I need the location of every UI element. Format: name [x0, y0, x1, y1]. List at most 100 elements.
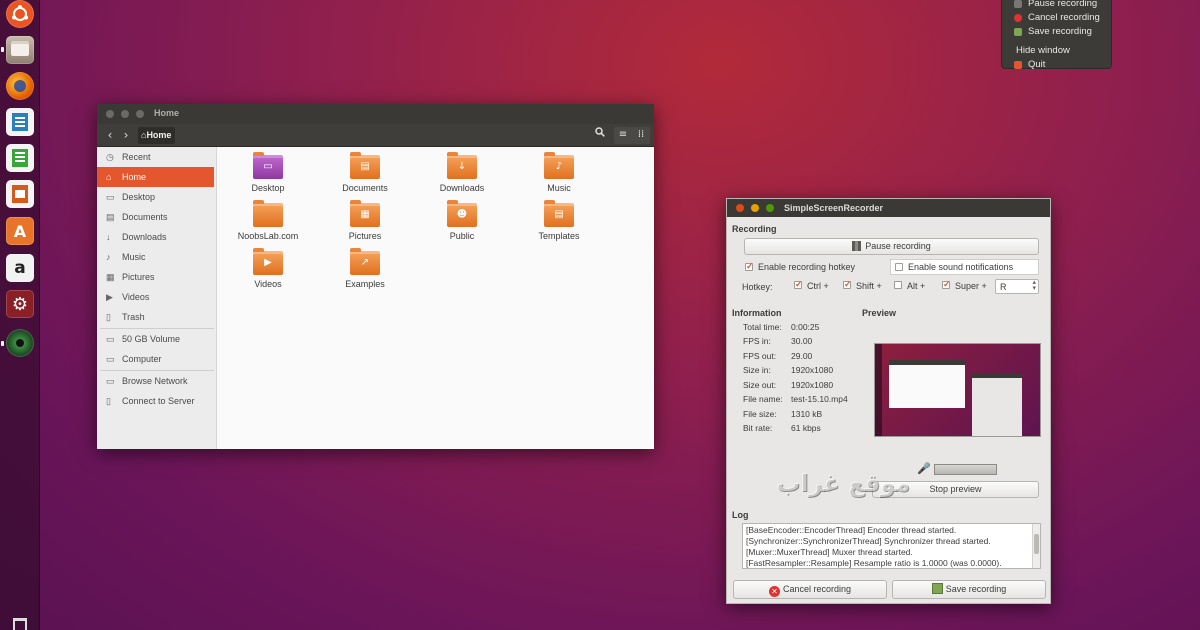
folder-documents[interactable]: ▤ Documents: [325, 152, 405, 195]
sidebar-item-desktop[interactable]: ▭ Desktop: [97, 187, 214, 207]
hotkey-key-select[interactable]: R ▴ ▾: [995, 279, 1039, 294]
ssr-titlebar: SimpleScreenRecorder: [727, 199, 1050, 217]
sidebar-item-volume[interactable]: ▭ 50 GB Volume: [97, 329, 214, 349]
computer-icon: ▭: [106, 354, 115, 364]
templates-folder-icon: ▤: [544, 200, 574, 227]
minimize-icon[interactable]: [751, 204, 759, 212]
quit-icon: [1014, 61, 1022, 69]
log-heading: Log: [732, 510, 749, 520]
shift-checkbox[interactable]: [843, 279, 852, 290]
sidebar-item-home[interactable]: ⌂ Home: [97, 167, 214, 187]
music-icon: ♪: [106, 252, 111, 262]
minimize-icon[interactable]: [121, 110, 129, 118]
log-line: [Synchronizer::SynchronizerThread] Synch…: [746, 536, 991, 546]
cancel-recording-button[interactable]: ✕ Cancel recording: [733, 580, 887, 599]
running-indicator: [1, 47, 4, 52]
ubuntu-dash-icon[interactable]: [6, 0, 34, 28]
info-value: 1920x1080: [791, 365, 834, 375]
info-key: Bit rate:: [743, 423, 773, 433]
folder-videos[interactable]: ▶ Videos: [228, 248, 308, 291]
preview-ssr-window: [972, 374, 1022, 436]
maximize-icon[interactable]: [136, 110, 144, 118]
info-value: 30.00: [791, 336, 813, 346]
super-label: Super +: [955, 281, 987, 291]
enable-hotkey-checkbox[interactable]: [745, 261, 754, 272]
sidebar-item-recent[interactable]: ◷ Recent: [97, 147, 214, 167]
files-window: Home ‹ › ⌂Home ≡ ⁞⁞ ◷ Recent ⌂ Home ▭ Deskt…: [97, 104, 654, 449]
sidebar-item-browse-network[interactable]: ▭ Browse Network: [97, 371, 214, 391]
clock-icon: ◷: [106, 152, 114, 162]
folder-pictures[interactable]: ▦ Pictures: [325, 200, 405, 243]
sidebar-item-music[interactable]: ♪ Music: [97, 247, 214, 267]
documents-folder-icon: ▤: [350, 152, 380, 179]
log-scrollbar[interactable]: [1032, 524, 1040, 568]
preview-launcher: [875, 344, 882, 436]
libreoffice-impress-icon[interactable]: [6, 180, 34, 208]
folder-downloads[interactable]: ↓ Downloads: [422, 152, 502, 195]
scroll-thumb[interactable]: [1034, 534, 1039, 554]
tray-cancel-recording[interactable]: Cancel recording: [1014, 11, 1111, 25]
sidebar-item-computer[interactable]: ▭ Computer: [97, 349, 214, 369]
recording-heading: Recording: [732, 224, 777, 234]
log-textarea[interactable]: [BaseEncoder::EncoderThread] Encoder thr…: [742, 523, 1041, 569]
sidebar-item-downloads[interactable]: ↓ Downloads: [97, 227, 214, 247]
hotkey-label: Hotkey:: [742, 282, 773, 292]
forward-arrow-icon[interactable]: ›: [118, 128, 134, 143]
close-icon[interactable]: [736, 204, 744, 212]
log-line: [FastResampler::Resample] Resample ratio…: [746, 558, 1002, 568]
simplescreenrecorder-icon[interactable]: [6, 329, 34, 357]
spin-arrows-icon: ▴ ▾: [1032, 279, 1036, 292]
tray-hide-window[interactable]: Hide window: [1016, 44, 1111, 58]
libreoffice-writer-icon[interactable]: [6, 108, 34, 136]
sidebar-item-documents[interactable]: ▤ Documents: [97, 207, 214, 227]
list-view-icon[interactable]: ≡: [614, 127, 632, 144]
libreoffice-calc-icon[interactable]: [6, 144, 34, 172]
maximize-icon[interactable]: [766, 204, 774, 212]
pictures-folder-icon: ▦: [350, 200, 380, 227]
tray-save-recording[interactable]: Save recording: [1014, 25, 1111, 39]
system-settings-icon[interactable]: ⚙: [6, 290, 34, 318]
folder-icon: [253, 200, 283, 227]
sidebar-item-trash[interactable]: ▯ Trash: [97, 307, 214, 327]
ctrl-checkbox[interactable]: [794, 279, 803, 290]
files-icon[interactable]: [6, 36, 34, 64]
sidebar-item-videos[interactable]: ▶ Videos: [97, 287, 214, 307]
info-key: Size in:: [743, 365, 771, 375]
pause-icon: [852, 241, 862, 251]
examples-folder-icon: ↗: [350, 248, 380, 275]
grid-view-icon[interactable]: ⁞⁞: [632, 127, 650, 144]
info-value: test-15.10.mp4: [791, 394, 848, 404]
folder-examples[interactable]: ↗ Examples: [325, 248, 405, 291]
folder-templates[interactable]: ▤ Templates: [519, 200, 599, 243]
downloads-folder-icon: ↓: [447, 152, 477, 179]
enable-sound-checkbox[interactable]: [895, 263, 903, 271]
enable-hotkey-label: Enable recording hotkey: [758, 262, 856, 272]
search-icon[interactable]: [591, 127, 609, 144]
tray-pause-recording[interactable]: Pause recording: [1014, 0, 1111, 11]
amazon-icon[interactable]: a: [6, 254, 34, 282]
save-icon: [931, 583, 943, 594]
back-arrow-icon[interactable]: ‹: [102, 128, 118, 143]
files-sidebar: ◷ Recent ⌂ Home ▭ Desktop ▤ Documents ↓ Downl…: [97, 147, 217, 449]
alt-label: Alt +: [907, 281, 926, 291]
unity-launcher: A a ⚙: [0, 0, 40, 630]
tray-quit[interactable]: Quit: [1014, 58, 1111, 72]
firefox-icon[interactable]: [6, 72, 34, 100]
folder-noobslab[interactable]: NoobsLab.com: [228, 200, 308, 243]
trash-icon[interactable]: [6, 612, 34, 630]
info-value: 61 kbps: [791, 423, 821, 433]
save-recording-button[interactable]: Save recording: [892, 580, 1046, 599]
breadcrumb-home[interactable]: ⌂Home: [138, 127, 176, 144]
sidebar-item-connect-server[interactable]: ▯ Connect to Server: [97, 391, 214, 411]
close-icon[interactable]: [106, 110, 114, 118]
sidebar-item-pictures[interactable]: ▦ Pictures: [97, 267, 214, 287]
folder-desktop[interactable]: ▭ Desktop: [228, 152, 308, 195]
pause-recording-button[interactable]: Pause recording: [744, 238, 1039, 255]
ubuntu-software-icon[interactable]: A: [6, 217, 34, 245]
super-checkbox[interactable]: [942, 279, 951, 290]
info-key: FPS in:: [743, 336, 771, 346]
folder-public[interactable]: ☻ Public: [422, 200, 502, 243]
alt-checkbox[interactable]: [894, 281, 902, 289]
desktop-icon: ▭: [106, 192, 115, 202]
folder-music[interactable]: ♪ Music: [519, 152, 599, 195]
